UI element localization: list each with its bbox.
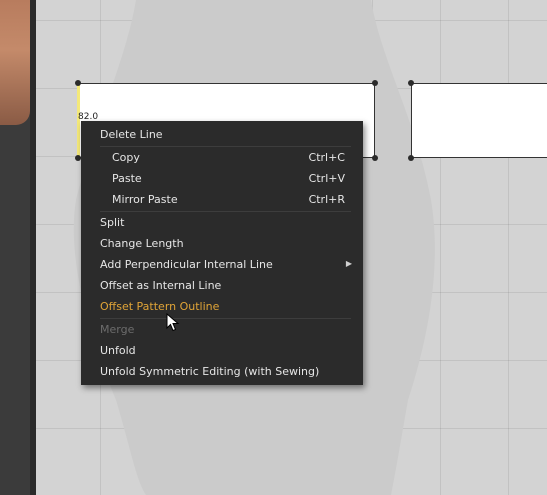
menu-item-label: Merge	[100, 322, 135, 336]
pattern-point[interactable]	[408, 155, 414, 161]
context-menu: Delete Line Copy Ctrl+C Paste Ctrl+V Mir…	[81, 121, 363, 385]
menu-item-offset-as-internal-line[interactable]: Offset as Internal Line	[81, 275, 363, 295]
3d-viewport-stage: 82.0 Delete Line Copy Ctrl+C Paste Ctrl+…	[0, 0, 547, 495]
menu-item-shortcut: Ctrl+V	[308, 171, 345, 185]
pattern-point[interactable]	[408, 80, 414, 86]
pattern-point[interactable]	[372, 155, 378, 161]
menu-item-paste[interactable]: Paste Ctrl+V	[81, 168, 363, 188]
menu-item-add-perpendicular-internal-line[interactable]: Add Perpendicular Internal Line ▶	[81, 254, 363, 274]
menu-item-unfold-symmetric-editing[interactable]: Unfold Symmetric Editing (with Sewing)	[81, 361, 363, 381]
menu-item-label: Unfold	[100, 343, 136, 357]
menu-item-label: Change Length	[100, 236, 184, 250]
menu-item-label: Add Perpendicular Internal Line	[100, 257, 273, 271]
menu-item-label: Delete Line	[100, 127, 163, 141]
menu-item-shortcut: Ctrl+R	[308, 192, 345, 206]
chevron-right-icon: ▶	[345, 259, 352, 268]
menu-item-change-length[interactable]: Change Length	[81, 233, 363, 253]
menu-item-label: Split	[100, 215, 125, 229]
menu-item-label: Unfold Symmetric Editing (with Sewing)	[100, 364, 320, 378]
mouse-pointer-icon	[166, 313, 180, 332]
menu-item-merge: Merge	[81, 319, 363, 339]
menu-item-delete-line[interactable]: Delete Line	[81, 124, 363, 144]
menu-item-mirror-paste[interactable]: Mirror Paste Ctrl+R	[81, 189, 363, 209]
pattern-point[interactable]	[75, 80, 81, 86]
menu-item-split[interactable]: Split	[81, 212, 363, 232]
menu-item-label: Offset Pattern Outline	[100, 299, 220, 313]
pattern-piece-right[interactable]	[411, 83, 547, 158]
menu-item-shortcut: Ctrl+C	[308, 150, 345, 164]
menu-item-unfold[interactable]: Unfold	[81, 340, 363, 360]
menu-item-copy[interactable]: Copy Ctrl+C	[81, 147, 363, 167]
menu-item-label: Offset as Internal Line	[100, 278, 222, 292]
avatar-preview	[0, 0, 30, 125]
menu-item-offset-pattern-outline[interactable]: Offset Pattern Outline	[81, 296, 363, 316]
pattern-point[interactable]	[372, 80, 378, 86]
